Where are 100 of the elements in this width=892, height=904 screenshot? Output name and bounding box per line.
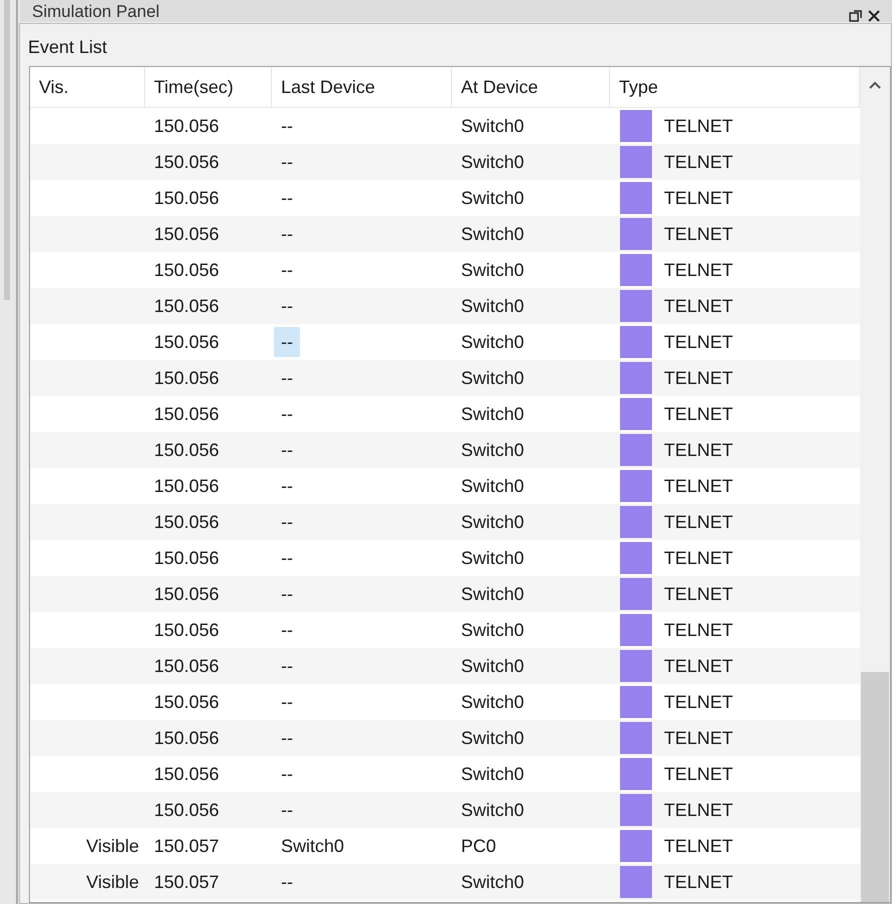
table-cell-text: TELNET xyxy=(664,762,734,786)
table-cell-text: -- xyxy=(280,223,294,246)
table-cell-text: TELNET xyxy=(664,618,734,642)
table-cell-text: Switch0 xyxy=(461,402,524,426)
table-cell-text: 150.056 xyxy=(154,654,220,678)
table-cell-text: -- xyxy=(280,763,294,786)
table-cell-text: 150.056 xyxy=(154,798,220,822)
table-cell-text: Switch0 xyxy=(461,258,524,282)
table-cell-text: TELNET xyxy=(664,186,734,210)
table-cell-text: 150.056 xyxy=(154,402,220,426)
table-cell-text: Switch0 xyxy=(461,366,524,390)
table-cell-text: TELNET xyxy=(664,510,734,534)
table-cell-text: TELNET xyxy=(664,294,734,318)
table-cell-text: 150.056 xyxy=(154,330,220,354)
table-cell-text: -- xyxy=(280,403,294,426)
table-cell-text: Switch0 xyxy=(461,150,524,174)
table-cell-text: TELNET xyxy=(664,258,734,282)
table-cell-text: 150.057 xyxy=(154,834,220,858)
section-title: Event List xyxy=(27,36,108,59)
table-cell-text: -- xyxy=(280,619,294,642)
table-cell-text: 150.056 xyxy=(154,150,220,174)
table-cell-text: Switch0 xyxy=(280,835,346,858)
table-cell-text: -- xyxy=(280,475,294,498)
panel-title: Simulation Panel xyxy=(32,2,160,22)
table-cell-text: 150.056 xyxy=(154,762,220,786)
table-cell-text: Visible xyxy=(86,834,139,858)
table-cell-text: 150.056 xyxy=(154,474,220,498)
table-cell-text: 150.056 xyxy=(154,582,220,606)
table-cell-text: TELNET xyxy=(664,654,734,678)
table-cell-text: -- xyxy=(280,115,294,138)
table-cell-text: TELNET xyxy=(664,546,734,570)
column-header[interactable]: Time(sec) xyxy=(145,67,272,107)
table-cell-text: TELNET xyxy=(664,690,734,714)
table-cell-text: PC0 xyxy=(461,834,496,858)
table-cell-text: 150.056 xyxy=(154,294,220,318)
table-cell-text: -- xyxy=(280,295,294,318)
table-cell-text: TELNET xyxy=(664,330,734,354)
table-cell-text: Switch0 xyxy=(461,726,524,750)
table-cell-text: TELNET xyxy=(664,474,734,498)
scrollbar-thumb[interactable] xyxy=(861,672,889,902)
table-cell-text: Switch0 xyxy=(461,546,524,570)
undock-icon[interactable] xyxy=(848,10,862,22)
table-cell-text: TELNET xyxy=(664,222,734,246)
table-cell-text: Visible xyxy=(86,870,139,894)
close-icon[interactable] xyxy=(868,10,880,22)
table-cell-text: Switch0 xyxy=(461,330,524,354)
table-cell-text: 150.056 xyxy=(154,186,220,210)
table-cell-text: 150.056 xyxy=(154,222,220,246)
table-cell-text: -- xyxy=(280,655,294,678)
table-cell-text: 150.056 xyxy=(154,258,220,282)
table-cell-text: Switch0 xyxy=(461,222,524,246)
table-cell-text: Switch0 xyxy=(461,798,524,822)
column-header[interactable]: At Device xyxy=(452,67,610,107)
table-cell-text: Switch0 xyxy=(461,294,524,318)
table-cell-text: TELNET xyxy=(664,150,734,174)
table-cell-text: TELNET xyxy=(664,366,734,390)
table-cell-text: -- xyxy=(280,547,294,570)
table-cell-text: 150.056 xyxy=(154,510,220,534)
table-cell-text: -- xyxy=(280,583,294,606)
table-cell-text: Switch0 xyxy=(461,762,524,786)
table-cell-text: Switch0 xyxy=(461,510,524,534)
table-cell-text: -- xyxy=(280,511,294,534)
scroll-up-icon[interactable] xyxy=(869,81,881,89)
table-cell-text: -- xyxy=(280,691,294,714)
table-cell-text: 150.057 xyxy=(154,870,220,894)
vertical-scrollbar[interactable] xyxy=(860,67,890,902)
table-cell-text: -- xyxy=(280,151,294,174)
table-cell-text: Switch0 xyxy=(461,474,524,498)
table-cell: -- xyxy=(274,327,300,357)
table-cell-text: 150.056 xyxy=(154,438,220,462)
table-cell-text: Switch0 xyxy=(461,438,524,462)
scrollbar[interactable] xyxy=(4,0,10,300)
table-cell-text: TELNET xyxy=(664,402,734,426)
table-cell-text: Switch0 xyxy=(461,618,524,642)
table-cell-text: TELNET xyxy=(664,870,734,894)
table-cell-text: Switch0 xyxy=(461,186,524,210)
table-cell-text: -- xyxy=(280,439,294,462)
table-cell-text: TELNET xyxy=(664,582,734,606)
table-cell-text: -- xyxy=(280,367,294,390)
table-cell-text: TELNET xyxy=(664,798,734,822)
table-cell-text: -- xyxy=(280,871,294,894)
table-cell-text: 150.056 xyxy=(154,114,220,138)
table-cell-text: TELNET xyxy=(664,834,734,858)
table-cell-text: Switch0 xyxy=(461,690,524,714)
table-cell-text: 150.056 xyxy=(154,546,220,570)
table-cell-text: -- xyxy=(280,259,294,282)
table-cell-text: 150.056 xyxy=(154,618,220,642)
table-cell-text: 150.056 xyxy=(154,366,220,390)
table-cell-text: -- xyxy=(280,187,294,210)
table-cell-text: Switch0 xyxy=(461,582,524,606)
table-cell-text: -- xyxy=(280,799,294,822)
table-cell-text: Switch0 xyxy=(461,654,524,678)
table-cell-text: TELNET xyxy=(664,114,734,138)
table-cell-text: 150.056 xyxy=(154,726,220,750)
table-cell-text: Switch0 xyxy=(461,870,524,894)
table-cell-text: Switch0 xyxy=(461,114,524,138)
table-cell-text: TELNET xyxy=(664,438,734,462)
table-cell-text: 150.056 xyxy=(154,690,220,714)
column-header[interactable]: Vis. xyxy=(30,67,145,107)
column-header[interactable]: Last Device xyxy=(272,67,452,107)
